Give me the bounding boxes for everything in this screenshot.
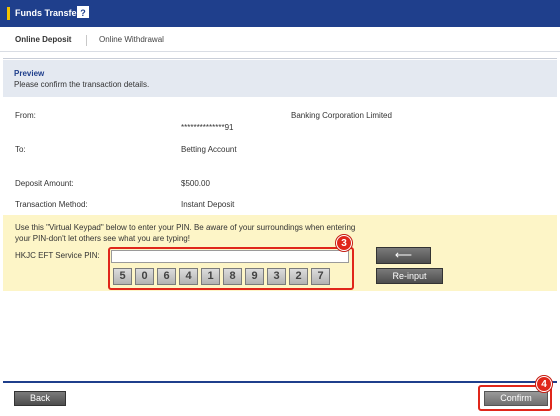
backspace-arrow-icon: ⟵ — [394, 248, 413, 262]
method-label: Transaction Method: — [15, 200, 88, 209]
pin-input[interactable] — [111, 250, 349, 263]
amount-value: $500.00 — [181, 179, 210, 188]
keypad-note-line-2: your PIN-don't let others see what you a… — [15, 234, 190, 243]
keypad-key[interactable]: 9 — [245, 268, 264, 285]
reinput-button[interactable]: Re-input — [376, 268, 443, 284]
footer-divider — [3, 381, 557, 383]
from-label: From: — [15, 111, 36, 120]
title-accent-stripe — [7, 7, 10, 20]
from-account: **************91 — [181, 123, 234, 132]
keypad-key[interactable]: 3 — [267, 268, 286, 285]
tab-online-deposit[interactable]: Online Deposit — [15, 35, 71, 44]
divider — [3, 58, 557, 59]
title-bar: Funds Transfer ? — [0, 0, 560, 27]
tab-online-withdrawal[interactable]: Online Withdrawal — [99, 35, 164, 44]
to-value: Betting Account — [181, 145, 237, 154]
keypad-key[interactable]: 8 — [223, 268, 242, 285]
keypad-key[interactable]: 6 — [157, 268, 176, 285]
amount-label: Deposit Amount: — [15, 179, 74, 188]
preview-heading: Preview — [14, 69, 45, 78]
method-value: Instant Deposit — [181, 200, 235, 209]
virtual-keypad-panel: Use this "Virtual Keypad" below to enter… — [3, 215, 557, 291]
keypad-instructions: Use this "Virtual Keypad" below to enter… — [15, 222, 385, 244]
step-3-marker: 3 — [336, 235, 352, 251]
tab-divider — [86, 35, 87, 46]
backspace-button[interactable]: ⟵ — [376, 247, 431, 264]
virtual-keypad: 5 0 6 4 1 8 9 3 2 7 — [113, 268, 330, 286]
keypad-key[interactable]: 5 — [113, 268, 132, 285]
tab-bar: Online Deposit Online Withdrawal — [0, 27, 560, 52]
keypad-note-line-1: Use this "Virtual Keypad" below to enter… — [15, 223, 356, 232]
pin-label: HKJC EFT Service PIN: — [15, 251, 100, 260]
keypad-key[interactable]: 4 — [179, 268, 198, 285]
keypad-key[interactable]: 1 — [201, 268, 220, 285]
transaction-details: From: Banking Corporation Limited ******… — [3, 97, 557, 215]
from-bank: Banking Corporation Limited — [291, 111, 392, 120]
step-4-marker: 4 — [536, 376, 552, 392]
page-title: Funds Transfer — [15, 8, 81, 18]
keypad-key[interactable]: 0 — [135, 268, 154, 285]
preview-subtitle: Please confirm the transaction details. — [14, 80, 150, 89]
keypad-key[interactable]: 2 — [289, 268, 308, 285]
to-label: To: — [15, 145, 26, 154]
preview-panel: Preview Please confirm the transaction d… — [3, 60, 557, 97]
keypad-key[interactable]: 7 — [311, 268, 330, 285]
back-button[interactable]: Back — [14, 391, 66, 406]
confirm-button[interactable]: Confirm — [484, 391, 548, 406]
help-icon[interactable]: ? — [77, 6, 89, 18]
